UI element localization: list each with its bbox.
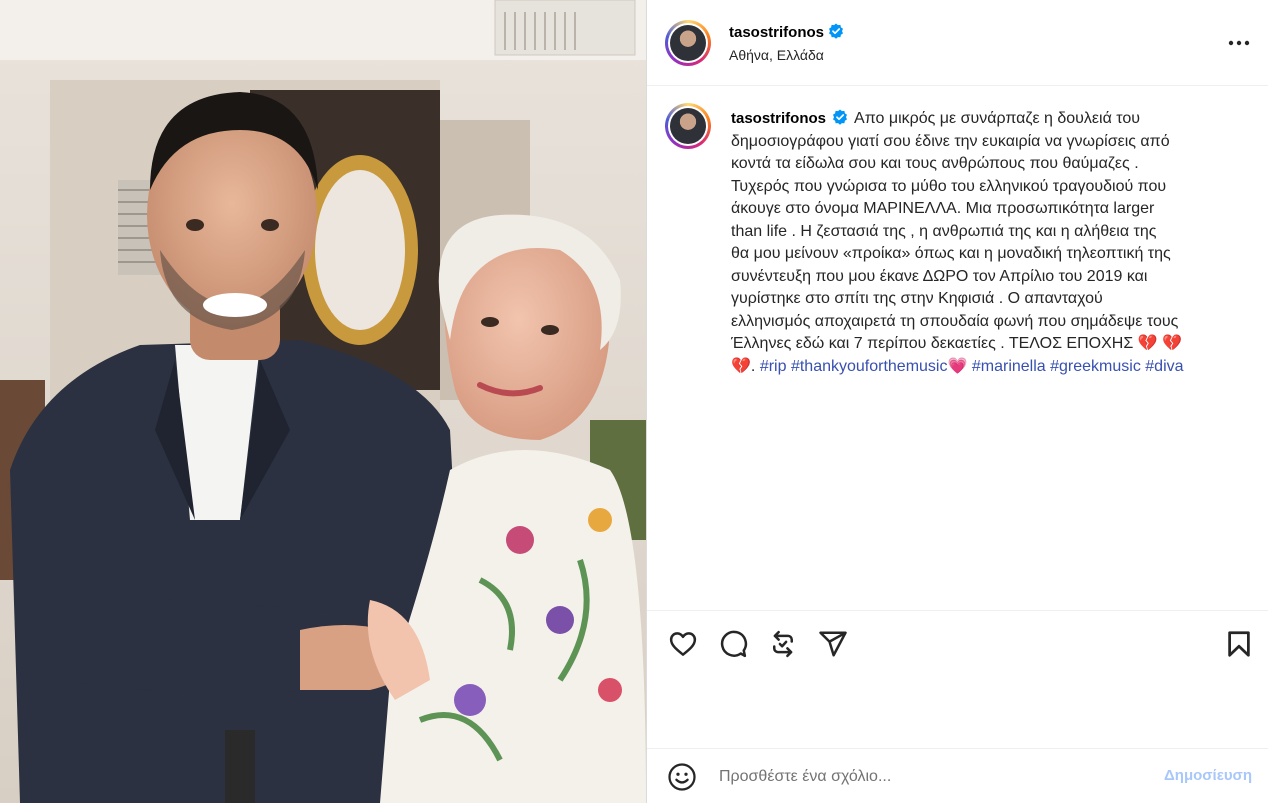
post-photo[interactable]	[0, 0, 646, 803]
comment-bar: Δημοσίευση	[647, 748, 1268, 803]
header-user: tasostrifonos	[729, 23, 844, 42]
hashtag-thankyouforthemusic[interactable]: #thankyouforthemusic	[791, 358, 948, 375]
caption-avatar[interactable]	[665, 103, 711, 149]
action-bar	[647, 610, 1268, 751]
avatar-image	[670, 108, 706, 144]
post-location[interactable]: Αθήνα, Ελλάδα	[729, 47, 824, 63]
bookmark-icon[interactable]	[1224, 629, 1254, 659]
heart-emoji: 💗	[947, 357, 968, 375]
avatar-image	[670, 25, 706, 61]
post-caption: tasostrifonos Απο μικρός με συνάρπαζε η δ…	[731, 108, 1241, 378]
post-panel: tasostrifonos Αθήνα, Ελλάδα tasostrifono…	[646, 0, 1268, 803]
caption-text: Απο μικρός με συνάρπαζε η δουλειά του δη…	[731, 110, 1182, 375]
post-header: tasostrifonos Αθήνα, Ελλάδα	[647, 0, 1268, 86]
caption-username-link[interactable]: tasostrifonos	[731, 110, 826, 127]
repost-icon[interactable]	[768, 629, 798, 659]
header-avatar[interactable]	[665, 20, 711, 66]
share-icon[interactable]	[818, 629, 848, 659]
verified-badge-icon	[833, 109, 848, 125]
post-comment-button[interactable]: Δημοσίευση	[1164, 767, 1252, 784]
comment-icon[interactable]	[718, 629, 748, 659]
hashtag-marinella[interactable]: #marinella	[972, 358, 1046, 375]
header-username-link[interactable]: tasostrifonos	[729, 24, 824, 41]
emoji-icon[interactable]	[667, 762, 697, 792]
heart-icon[interactable]	[668, 629, 698, 659]
hashtag-diva[interactable]: #diva	[1145, 358, 1183, 375]
hashtag-list: #rip #thankyouforthemusic💗 #marinella #g…	[760, 358, 1184, 375]
more-options-icon[interactable]	[1226, 33, 1252, 53]
verified-badge-icon	[829, 23, 844, 39]
hashtag-rip[interactable]: #rip	[760, 358, 787, 375]
post-image-illustration	[0, 0, 646, 803]
comment-input[interactable]	[717, 763, 1121, 791]
hashtag-greekmusic[interactable]: #greekmusic	[1050, 358, 1141, 375]
